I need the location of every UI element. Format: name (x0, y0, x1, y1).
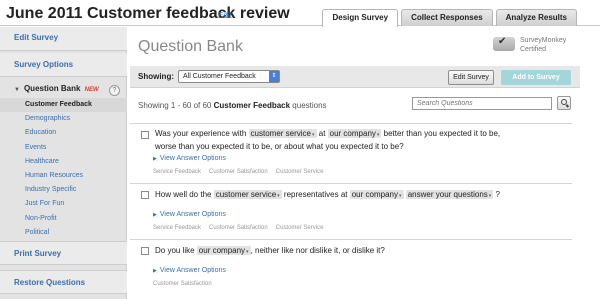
category-education[interactable]: Education (0, 126, 127, 140)
main-content: Question Bank ✔ SurveyMonkey Certified S… (130, 27, 580, 299)
page-title: Question Bank (138, 38, 243, 55)
search-button[interactable] (557, 96, 571, 110)
new-badge: NEW (84, 87, 99, 93)
question-text: Do you like our company▾, neither like n… (155, 246, 385, 255)
certified-check-icon: ✔ (493, 36, 515, 51)
tab-collect-responses[interactable]: Collect Responses (401, 9, 493, 26)
category-demographics[interactable]: Demographics (0, 112, 127, 126)
token-dropdown[interactable]: our company▾ (327, 129, 382, 138)
question-tags: Service Feedback Customer Satisfaction Cus… (153, 225, 324, 231)
question-toolbar: Showing: All Customer Feedback ⇕ Edit Su… (130, 66, 580, 88)
survey-tabs: Design Survey Collect Responses Analyze … (322, 9, 577, 27)
token-dropdown[interactable]: our company▾ (196, 246, 251, 255)
question-item: Was your experience with customer servic… (130, 123, 572, 179)
sidebar-item-print-survey[interactable]: Print Survey (0, 241, 127, 265)
question-checkbox[interactable] (141, 191, 149, 199)
sidebar-item-question-bank[interactable]: ▼ Question Bank NEW (14, 84, 99, 93)
question-text: How well do the customer service▾ repres… (155, 190, 500, 199)
results-count: Showing 1 - 60 of 60 Customer Feedback q… (138, 101, 327, 110)
expand-triangle-icon: ▶ (153, 156, 157, 162)
category-non-profit[interactable]: Non-Profit (0, 212, 127, 226)
category-industry-specific[interactable]: Industry Specific (0, 183, 127, 197)
category-just-for-fun[interactable]: Just For Fun (0, 197, 127, 211)
tab-analyze-results[interactable]: Analyze Results (495, 9, 577, 26)
token-dropdown[interactable]: customer service▾ (213, 190, 282, 199)
edit-survey-button[interactable]: Edit Survey (448, 70, 494, 85)
category-human-resources[interactable]: Human Resources (0, 169, 127, 183)
sidebar: Edit Survey Survey Options ▼ Question Ban… (0, 27, 127, 299)
sidebar-item-survey-options[interactable]: Survey Options (0, 53, 127, 77)
question-text: Was your experience with customer servic… (155, 129, 501, 151)
survey-title: June 2011 Customer feedback review (6, 5, 290, 22)
tab-design-survey[interactable]: Design Survey (322, 9, 399, 27)
show-filter-select[interactable]: All Customer Feedback ⇕ (178, 70, 280, 83)
token-dropdown[interactable]: customer service▾ (248, 129, 317, 138)
search-input[interactable] (412, 97, 552, 110)
add-to-survey-button[interactable]: Add to Survey (501, 70, 571, 85)
view-answer-options-link[interactable]: ▶ View Answer Options (153, 155, 226, 162)
category-events[interactable]: Events (0, 141, 127, 155)
help-icon[interactable]: ? (109, 85, 120, 96)
show-label: Showing: (138, 72, 174, 81)
question-item: Do you like our company▾, neither like n… (130, 239, 572, 295)
question-checkbox[interactable] (141, 131, 149, 139)
category-customer-feedback[interactable]: Customer Feedback (0, 98, 127, 113)
view-answer-options-link[interactable]: ▶ View Answer Options (153, 211, 226, 218)
certified-label: SurveyMonkey Certified (520, 37, 567, 53)
token-dropdown[interactable]: our company▾ (349, 190, 404, 199)
sidebar-item-edit-survey[interactable]: Edit Survey (0, 27, 127, 51)
expand-triangle-icon: ▼ (14, 87, 20, 93)
question-tags: Customer Satisfaction (153, 281, 212, 287)
expand-triangle-icon: ▶ (153, 268, 157, 274)
question-bank-label: Question Bank (23, 84, 81, 93)
view-answer-options-link[interactable]: ▶ View Answer Options (153, 267, 226, 274)
question-item: How well do the customer service▾ repres… (130, 183, 572, 237)
category-healthcare[interactable]: Healthcare (0, 155, 127, 169)
expand-triangle-icon: ▶ (153, 212, 157, 218)
question-tags: Service Feedback Customer Satisfaction Cus… (153, 169, 324, 175)
category-political[interactable]: Political (0, 226, 127, 240)
edit-title-link[interactable]: Edit (218, 11, 232, 20)
question-checkbox[interactable] (141, 247, 149, 255)
category-list: Customer Feedback Demographics Education… (0, 98, 127, 240)
page-header: June 2011 Customer feedback review Edit … (0, 0, 600, 27)
select-arrows-icon: ⇕ (269, 71, 279, 82)
token-dropdown[interactable]: answer your questions▾ (405, 190, 494, 199)
sidebar-item-restore-questions[interactable]: Restore Questions (0, 270, 127, 294)
